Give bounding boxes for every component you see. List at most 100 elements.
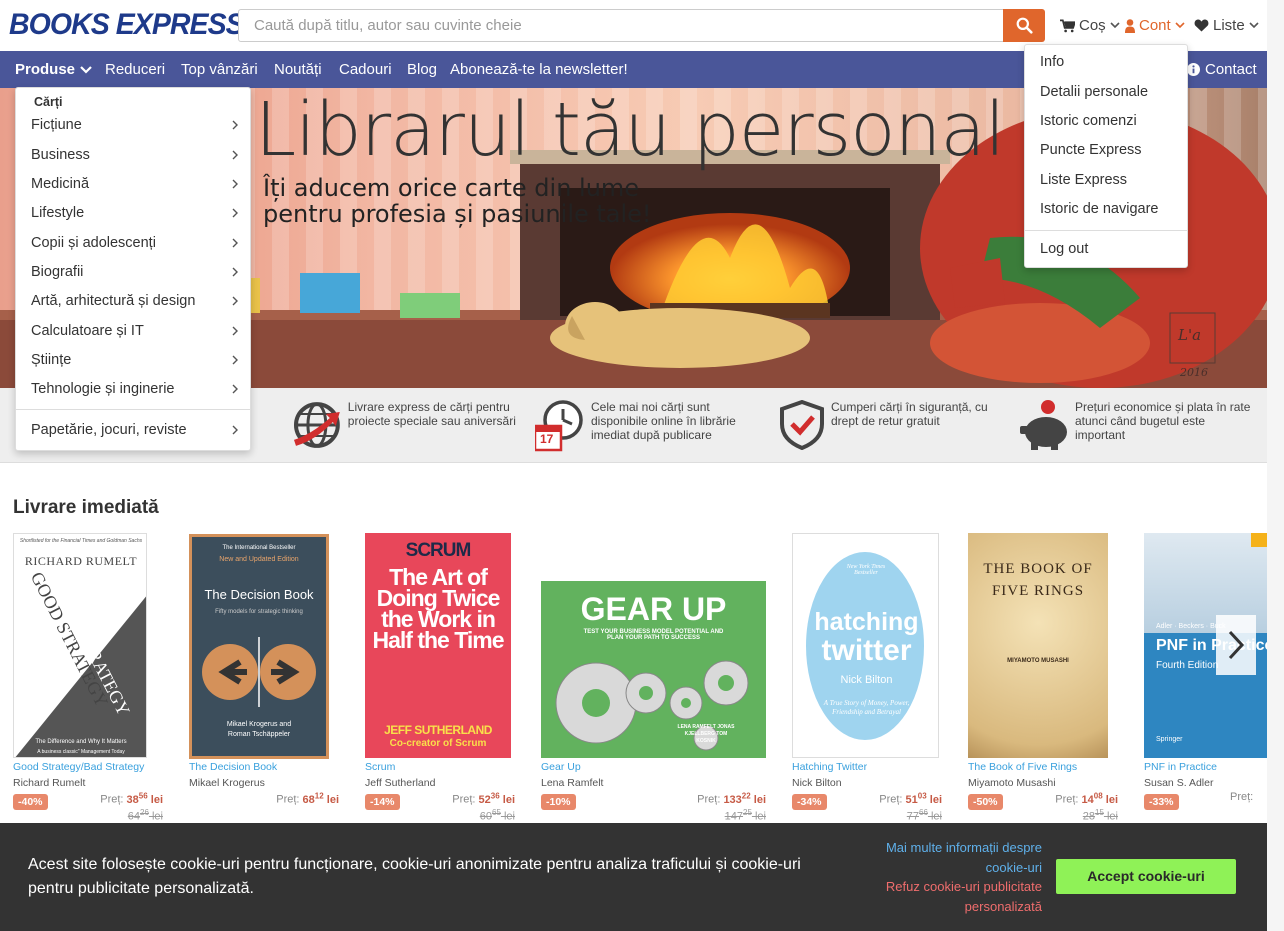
shield-check-icon [780, 400, 824, 450]
hero-signature: L'a [1178, 326, 1202, 344]
search-input[interactable] [238, 9, 1004, 42]
hero-subtitle-line-2: pentru profesia și pasiunile tale! [263, 200, 652, 228]
nav-item-reduceri[interactable]: Reduceri [105, 61, 165, 78]
nav-products[interactable]: Produse [15, 61, 92, 78]
account-menu-personal-details[interactable]: Detalii personale [1040, 84, 1148, 100]
menu-heading-books[interactable]: Cărți [34, 95, 62, 109]
accept-cookies-button[interactable]: Accept cookie-uri [1056, 859, 1236, 894]
book-price: Preț: [1230, 791, 1254, 803]
menu-item-medicina[interactable]: Medicină [31, 176, 238, 192]
book-author[interactable]: Lena Ramfelt [541, 777, 603, 789]
nav-item-top-vanzari[interactable]: Top vânzări [181, 61, 258, 78]
nav-item-blog[interactable]: Blog [407, 61, 437, 78]
account-menu-express-lists[interactable]: Liste Express [1040, 172, 1127, 188]
cover-text: twitter [821, 634, 912, 667]
feature-text: Livrare express de cărți pentru proiecte… [347, 400, 516, 428]
globe-delivery-icon [293, 402, 340, 448]
cart-menu[interactable]: Coș [1060, 17, 1120, 34]
cover-text: Shortlisted for the Financial Times and … [19, 538, 143, 544]
book-old-price: 14725 lei [724, 808, 766, 823]
cookie-refuse-link[interactable]: Refuz cookie-uri publicitate personaliza… [870, 877, 1042, 917]
nav-item-noutati[interactable]: Noutăți [274, 61, 322, 78]
cover-text: Co-creator of Scrum [389, 738, 487, 749]
lists-menu[interactable]: Liste [1194, 17, 1259, 34]
logout-link[interactable]: Log out [1040, 241, 1088, 257]
book-title[interactable]: Scrum [365, 761, 395, 773]
book-card[interactable]: Adler · Beckers · Buck PNF in Practice F… [1144, 533, 1267, 833]
chevron-down-icon [1175, 22, 1185, 29]
cover-text: New York Times Bestseller [846, 564, 886, 576]
discount-badge: -40% [13, 794, 48, 810]
feature-low-prices: Prețuri economice și plata în rate atunc… [1019, 400, 1259, 450]
menu-item-copii[interactable]: Copii și adolescenți [31, 235, 238, 251]
account-menu-browsing-history[interactable]: Istoric de navigare [1040, 201, 1158, 217]
book-cover[interactable]: GEAR UP TEST YOUR BUSINESS MODEL POTENTI… [541, 581, 766, 758]
clock-calendar-icon: 17 [533, 400, 585, 452]
book-cover[interactable]: The International Bestseller New and Upd… [189, 534, 329, 759]
cover-text: LENA RAMFELT JONAS KJELLBERG TOM KOSNIK [677, 724, 735, 744]
cart-label: Coș [1079, 17, 1106, 34]
feature-safe-purchase: Cumperi cărți în siguranță, cu drept de … [779, 400, 1019, 450]
menu-item-calculatoare[interactable]: Calculatoare și IT [31, 323, 238, 339]
account-menu-express-points[interactable]: Puncte Express [1040, 142, 1142, 158]
menu-item-biografii[interactable]: Biografii [31, 264, 238, 280]
nav-contact[interactable]: Contact [1187, 61, 1257, 78]
cover-text: The International Bestseller [222, 545, 296, 551]
cover-text: JEFF SUTHERLAND [384, 723, 492, 737]
book-title[interactable]: The Book of Five Rings [968, 761, 1077, 773]
hero-title: Librarul tău personal [255, 88, 1005, 173]
chevron-right-icon [232, 326, 238, 336]
book-title[interactable]: PNF in Practice [1144, 761, 1217, 773]
book-cover[interactable]: THE BOOK OF FIVE RINGS MIYAMOTO MUSASHI [968, 533, 1108, 758]
cart-icon [1060, 19, 1075, 32]
book-author[interactable]: Richard Rumelt [13, 777, 85, 789]
page-scrollbar[interactable] [1267, 0, 1284, 931]
discount-badge: -33% [1144, 794, 1179, 810]
cover-text: Springer [1156, 736, 1183, 743]
cover-text: MIYAMOTO MUSASHI [1007, 658, 1069, 664]
book-title[interactable]: Gear Up [541, 761, 581, 773]
carousel-next-button[interactable] [1216, 615, 1256, 675]
user-icon [1125, 18, 1135, 33]
nav-item-cadouri[interactable]: Cadouri [339, 61, 392, 78]
book-title[interactable]: Good Strategy/Bad Strategy [13, 761, 144, 773]
account-menu-info[interactable]: Info [1040, 54, 1064, 70]
search-button[interactable] [1003, 9, 1045, 42]
menu-item-business[interactable]: Business [31, 147, 238, 163]
site-logo[interactable]: BOOKS EXPRESS [9, 7, 245, 43]
cover-text: Mikael Krogerus and Roman Tschäppeler [226, 721, 292, 738]
menu-item-stiinte[interactable]: Științe [31, 352, 238, 368]
book-author[interactable]: Nick Bilton [792, 777, 842, 789]
menu-divider [16, 409, 250, 410]
nav-item-newsletter[interactable]: Abonează-te la newsletter! [450, 61, 628, 78]
chevron-down-icon [1249, 22, 1259, 29]
book-cover[interactable]: New York Times Bestseller hatching twitt… [792, 533, 939, 758]
menu-item-lifestyle[interactable]: Lifestyle [31, 205, 238, 221]
discount-badge: -50% [968, 794, 1003, 810]
menu-item-tehnologie[interactable]: Tehnologie și inginerie [31, 381, 238, 397]
book-price: Preț: 3856 lei [100, 791, 163, 806]
book-author[interactable]: Miyamoto Musashi [968, 777, 1056, 789]
account-menu-order-history[interactable]: Istoric comenzi [1040, 113, 1137, 129]
discount-badge: -34% [792, 794, 827, 810]
cookie-more-info-link[interactable]: Mai multe informații despre cookie-uri [870, 838, 1042, 878]
book-title[interactable]: Hatching Twitter [792, 761, 867, 773]
book-cover[interactable]: Shortlisted for the Financial Times and … [13, 533, 147, 758]
book-title[interactable]: The Decision Book [189, 761, 277, 773]
cover-text: A True Story of Money, Power, Friendship… [823, 699, 910, 716]
book-cover[interactable]: SCRUM The Art of Doing Twice the Work in… [365, 533, 511, 758]
book-author[interactable]: Susan S. Adler [1144, 777, 1213, 789]
menu-item-papetarie[interactable]: Papetărie, jocuri, reviste [31, 422, 238, 438]
lists-label: Liste [1213, 17, 1245, 34]
account-label: Cont [1139, 17, 1171, 34]
book-author[interactable]: Jeff Sutherland [365, 777, 435, 789]
cover-text: The Art of Doing Twice the Work in Half … [372, 564, 505, 653]
account-menu-toggle[interactable]: Cont [1125, 17, 1185, 34]
menu-item-fictiune[interactable]: Ficțiune [31, 117, 238, 133]
chevron-right-icon [232, 150, 238, 160]
menu-item-arta[interactable]: Artă, arhitectură și design [31, 293, 238, 309]
cover-text: The Decision Book [204, 587, 314, 602]
book-author[interactable]: Mikael Krogerus [189, 777, 265, 789]
products-dropdown: Cărți Ficțiune Business Medicină Lifesty… [15, 87, 251, 451]
search-icon [1016, 17, 1033, 34]
